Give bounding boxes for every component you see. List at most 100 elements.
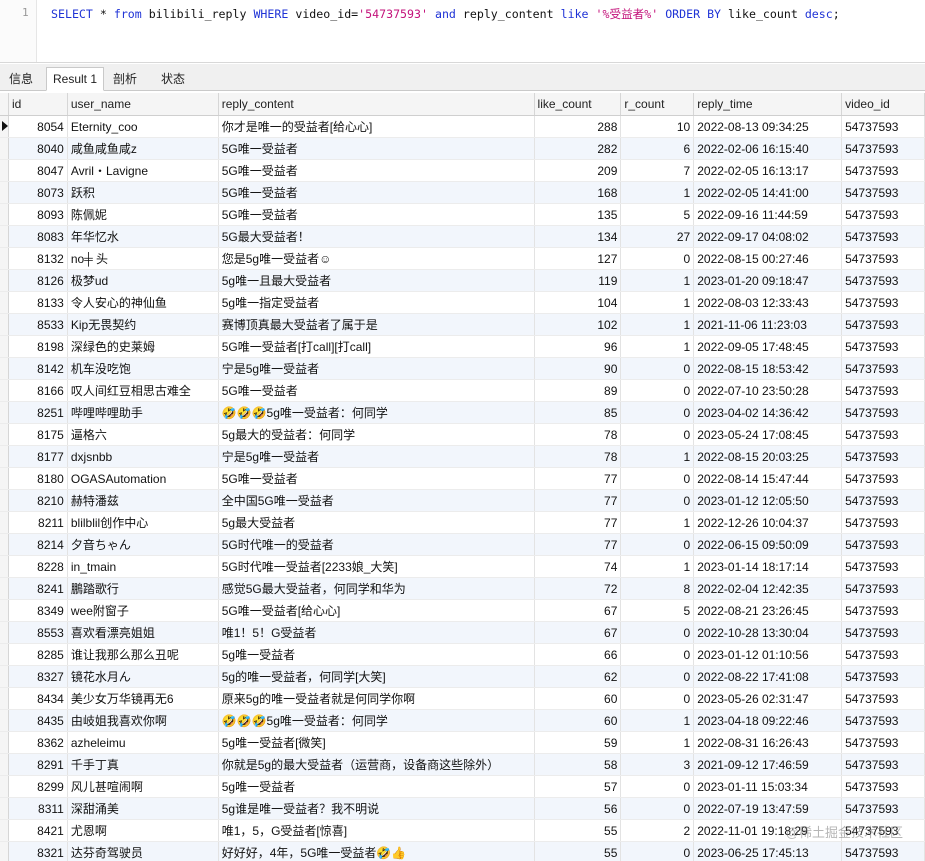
cell-video-id[interactable]: 54737593 <box>841 203 925 226</box>
row-marker[interactable] <box>0 753 9 776</box>
cell-reply-content[interactable]: 唯1，5，G受益者[惊喜] <box>218 819 535 842</box>
cell-like-count[interactable]: 66 <box>534 643 622 666</box>
row-marker[interactable] <box>0 269 9 292</box>
table-row[interactable]: 8177 dxjsnbb 宁是5g唯一受益者 78 1 2022-08-15 20:03:… <box>0 445 925 468</box>
cell-reply-content[interactable]: 5g唯一受益者[微笑] <box>218 731 535 754</box>
cell-reply-time[interactable]: 2022-02-06 16:15:40 <box>693 137 843 160</box>
cell-video-id[interactable]: 54737593 <box>841 841 925 861</box>
cell-user-name[interactable]: 深绿色的史莱姆 <box>67 335 219 358</box>
table-row[interactable]: 8533 Kip无畏契约 赛博顶真最大受益者了属于是 102 1 2021-11-06 1… <box>0 313 925 336</box>
row-marker[interactable] <box>0 137 9 160</box>
cell-video-id[interactable]: 54737593 <box>841 423 925 446</box>
cell-r-count[interactable]: 8 <box>620 577 695 600</box>
cell-r-count[interactable]: 1 <box>620 445 695 468</box>
cell-id[interactable]: 8166 <box>8 379 68 402</box>
column-header[interactable]: reply_time <box>693 93 843 116</box>
row-marker[interactable] <box>0 577 9 600</box>
cell-reply-time[interactable]: 2022-08-31 16:26:43 <box>693 731 843 754</box>
cell-id[interactable]: 8054 <box>8 115 68 138</box>
cell-like-count[interactable]: 67 <box>534 621 622 644</box>
table-row[interactable]: 8210 赫特潘兹 全中国5G唯一受益者 77 0 2023-01-12 12:05:50… <box>0 489 925 512</box>
cell-like-count[interactable]: 77 <box>534 489 622 512</box>
cell-like-count[interactable]: 55 <box>534 819 622 842</box>
row-marker[interactable] <box>0 709 9 732</box>
cell-like-count[interactable]: 119 <box>534 269 622 292</box>
cell-like-count[interactable]: 90 <box>534 357 622 380</box>
table-row[interactable]: 8311 深甜涌美 5g谁是唯一受益者？我不明说 56 0 2022-07-19 13:4… <box>0 797 925 820</box>
cell-user-name[interactable]: 谁让我那么那么丑呢 <box>67 643 219 666</box>
cell-like-count[interactable]: 102 <box>534 313 622 336</box>
cell-user-name[interactable]: 赫特潘兹 <box>67 489 219 512</box>
cell-like-count[interactable]: 85 <box>534 401 622 424</box>
cell-like-count[interactable]: 55 <box>534 841 622 861</box>
cell-user-name[interactable]: in_tmain <box>67 555 219 578</box>
result-grid[interactable]: id user_name reply_content like_count r_… <box>0 93 925 861</box>
cell-id[interactable]: 8210 <box>8 489 68 512</box>
cell-like-count[interactable]: 56 <box>534 797 622 820</box>
cell-id[interactable]: 8175 <box>8 423 68 446</box>
column-header[interactable]: id <box>8 93 68 116</box>
cell-like-count[interactable]: 72 <box>534 577 622 600</box>
cell-reply-time[interactable]: 2021-11-06 11:23:03 <box>693 313 843 336</box>
row-marker[interactable] <box>0 379 9 402</box>
column-header[interactable]: like_count <box>534 93 622 116</box>
cell-id[interactable]: 8093 <box>8 203 68 226</box>
cell-reply-content[interactable]: 5g唯一指定受益者 <box>218 291 535 314</box>
cell-video-id[interactable]: 54737593 <box>841 291 925 314</box>
table-row[interactable]: 8180 OGASAutomation 5G唯一受益者 77 0 2022-08-14 1… <box>0 467 925 490</box>
table-row[interactable]: 8211 blilblil创作中心 5g最大受益者 77 1 2022-12-26 10:… <box>0 511 925 534</box>
cell-reply-content[interactable]: 5g唯一受益者 <box>218 775 535 798</box>
table-row[interactable]: 8126 极梦ud 5g唯一且最大受益者 119 1 2023-01-20 09:18:4… <box>0 269 925 292</box>
cell-reply-time[interactable]: 2022-08-13 09:34:25 <box>693 115 843 138</box>
cell-r-count[interactable]: 1 <box>620 731 695 754</box>
cell-user-name[interactable]: 令人安心的神仙鱼 <box>67 291 219 314</box>
cell-user-name[interactable]: dxjsnbb <box>67 445 219 468</box>
cell-reply-time[interactable]: 2023-04-18 09:22:46 <box>693 709 843 732</box>
table-row[interactable]: 8349 wee附窗子 5G唯一受益者[给心心] 67 5 2022-08-21 23:2… <box>0 599 925 622</box>
cell-video-id[interactable]: 54737593 <box>841 159 925 182</box>
row-marker[interactable] <box>0 203 9 226</box>
cell-id[interactable]: 8533 <box>8 313 68 336</box>
cell-id[interactable]: 8198 <box>8 335 68 358</box>
row-marker[interactable] <box>0 445 9 468</box>
cell-reply-content[interactable]: 5g唯一受益者 <box>218 643 535 666</box>
cell-user-name[interactable]: 风儿甚喧闹啊 <box>67 775 219 798</box>
cell-like-count[interactable]: 77 <box>534 467 622 490</box>
table-row[interactable]: 8241 鵬踏歌行 感觉5G最大受益者，何同学和华为 72 8 2022-02-04 12… <box>0 577 925 600</box>
cell-video-id[interactable]: 54737593 <box>841 533 925 556</box>
row-marker[interactable] <box>0 357 9 380</box>
cell-like-count[interactable]: 78 <box>534 445 622 468</box>
cell-r-count[interactable]: 0 <box>620 797 695 820</box>
cell-like-count[interactable]: 127 <box>534 247 622 270</box>
table-row[interactable]: 8228 in_tmain 5G时代唯一受益者[2233娘_大笑] 74 1 2023-0… <box>0 555 925 578</box>
table-row[interactable]: 8133 令人安心的神仙鱼 5g唯一指定受益者 104 1 2022-08-03 12:3… <box>0 291 925 314</box>
cell-video-id[interactable]: 54737593 <box>841 269 925 292</box>
row-marker[interactable] <box>0 423 9 446</box>
cell-id[interactable]: 8241 <box>8 577 68 600</box>
cell-id[interactable]: 8434 <box>8 687 68 710</box>
row-marker[interactable] <box>0 291 9 314</box>
cell-r-count[interactable]: 1 <box>620 181 695 204</box>
cell-reply-time[interactable]: 2022-08-21 23:26:45 <box>693 599 843 622</box>
cell-r-count[interactable]: 1 <box>620 313 695 336</box>
table-row[interactable]: 8040 咸鱼咸鱼咸z 5G唯一受益者 282 6 2022-02-06 16:15:40… <box>0 137 925 160</box>
cell-video-id[interactable]: 54737593 <box>841 643 925 666</box>
tab-result-1[interactable]: Result 1 <box>46 67 105 91</box>
cell-reply-content[interactable]: 5g最大的受益者：何同学 <box>218 423 535 446</box>
cell-reply-time[interactable]: 2023-01-20 09:18:47 <box>693 269 843 292</box>
cell-user-name[interactable]: OGASAutomation <box>67 467 219 490</box>
cell-reply-time[interactable]: 2022-02-04 12:42:35 <box>693 577 843 600</box>
table-row[interactable]: 8553 喜欢看漂亮姐姐 唯1！5！G受益者 67 0 2022-10-28 13:30:… <box>0 621 925 644</box>
table-row[interactable]: 8073 跃积 5G唯一受益者 168 1 2022-02-05 14:41:00 5473… <box>0 181 925 204</box>
cell-reply-time[interactable]: 2022-07-10 23:50:28 <box>693 379 843 402</box>
cell-id[interactable]: 8327 <box>8 665 68 688</box>
table-row[interactable]: 8285 谁让我那么那么丑呢 5g唯一受益者 66 0 2023-01-12 01:10:… <box>0 643 925 666</box>
cell-reply-content[interactable]: 5G唯一受益者 <box>218 203 535 226</box>
cell-id[interactable]: 8180 <box>8 467 68 490</box>
cell-r-count[interactable]: 1 <box>620 335 695 358</box>
row-marker[interactable] <box>0 621 9 644</box>
cell-user-name[interactable]: 机车没吃饱 <box>67 357 219 380</box>
cell-reply-time[interactable]: 2022-07-19 13:47:59 <box>693 797 843 820</box>
table-row[interactable]: 8175 逼格六 5g最大的受益者：何同学 78 0 2023-05-24 17:08:4… <box>0 423 925 446</box>
cell-r-count[interactable]: 0 <box>620 665 695 688</box>
